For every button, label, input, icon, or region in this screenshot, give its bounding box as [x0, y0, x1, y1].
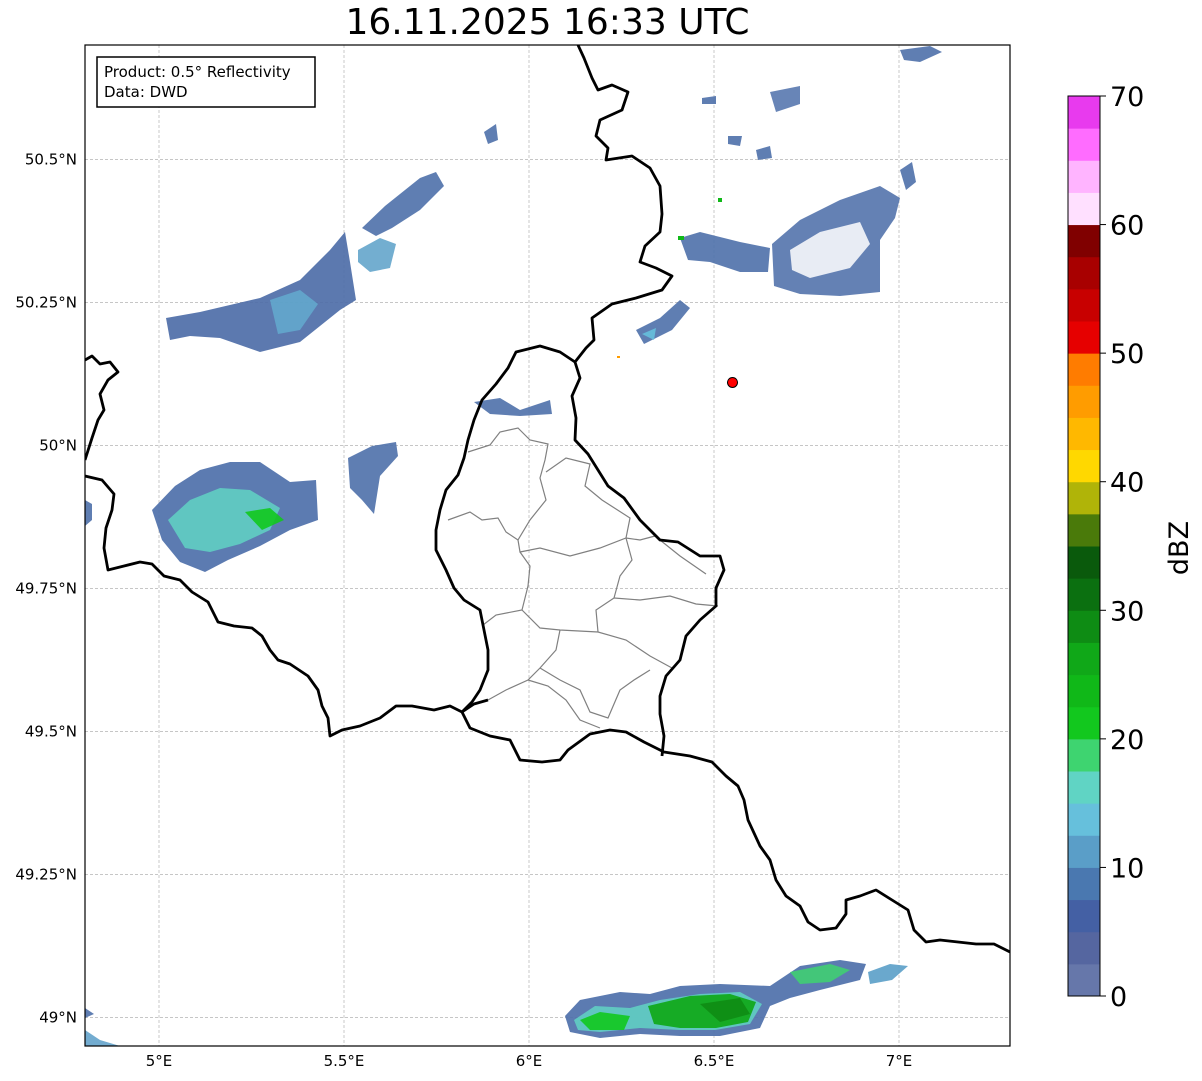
- colorbar-tick-label: 10: [1110, 853, 1144, 884]
- colorbar-segment: [1068, 738, 1100, 772]
- colorbar-tick-label: 0: [1110, 982, 1127, 1013]
- longitude-tick-labels: 5°E 5.5°E 6°E 6.5°E 7°E: [146, 1052, 913, 1070]
- info-product: Product: 0.5° Reflectivity: [104, 63, 291, 81]
- colorbar-segment: [1068, 513, 1100, 547]
- colorbar-segment: [1068, 835, 1100, 868]
- colorbar-segment: [1068, 96, 1100, 129]
- lat-tick-label: 50.5°N: [25, 150, 77, 168]
- colorbar-segment: [1068, 321, 1100, 354]
- latitude-tick-labels: 49°N 49.25°N 49.5°N 49.75°N 50°N 50.25°N 50.5°…: [15, 150, 77, 1026]
- colorbar-segment: [1068, 128, 1100, 161]
- colorbar-segment: [1068, 160, 1100, 193]
- echo-cell: [678, 236, 684, 240]
- colorbar-tick-label: 50: [1110, 339, 1144, 370]
- colorbar-segment: [1068, 963, 1100, 997]
- colorbar-segment: [1068, 674, 1100, 708]
- lon-tick-label: 5°E: [146, 1052, 173, 1070]
- colorbar-segment: [1068, 899, 1100, 933]
- colorbar-segment: [1068, 610, 1100, 643]
- colorbar-segment: [1068, 931, 1100, 965]
- lon-tick-label: 5.5°E: [324, 1052, 365, 1070]
- colorbar-segment: [1068, 771, 1100, 804]
- lat-tick-label: 50°N: [39, 436, 77, 454]
- info-data-source: Data: DWD: [104, 83, 188, 101]
- lat-tick-label: 50.25°N: [15, 293, 77, 311]
- colorbar-tick-label: 20: [1110, 725, 1144, 756]
- colorbar-segment: [1068, 417, 1100, 451]
- colorbar-segment: [1068, 192, 1100, 226]
- colorbar-segment: [1068, 353, 1100, 386]
- colorbar-segment: [1068, 867, 1100, 901]
- colorbar-tick-label: 40: [1110, 468, 1144, 499]
- lat-tick-label: 49°N: [39, 1008, 77, 1026]
- radar-site-marker: [727, 376, 738, 388]
- colorbar-segment: [1068, 256, 1100, 290]
- colorbar-segment: [1068, 803, 1100, 836]
- colorbar: 0 10 20 30 40 50 60 70: [1067, 82, 1144, 1013]
- lon-tick-label: 6.5°E: [694, 1052, 735, 1070]
- info-box: Product: 0.5° Reflectivity Data: DWD: [96, 56, 316, 108]
- colorbar-segment: [1068, 288, 1100, 322]
- colorbar-segment: [1068, 224, 1100, 258]
- colorbar-tick-label: 70: [1110, 82, 1144, 113]
- colorbar-segment: [1068, 578, 1100, 611]
- echo-cell: [617, 356, 620, 358]
- colorbar-segment: [1068, 546, 1100, 579]
- colorbar-label: dBZ: [1164, 521, 1195, 575]
- colorbar-tick-label: 30: [1110, 596, 1144, 627]
- colorbar-segment: [1068, 481, 1100, 515]
- lon-tick-label: 7°E: [886, 1052, 913, 1070]
- lat-tick-label: 49.75°N: [15, 579, 77, 597]
- lat-tick-label: 49.25°N: [15, 865, 77, 883]
- colorbar-segment: [1068, 449, 1100, 483]
- lat-tick-label: 49.5°N: [25, 722, 77, 740]
- radar-figure: Product: 0.5° Reflectivity Data: DWD 5°E…: [15, 44, 1195, 1070]
- colorbar-tick-label: 60: [1110, 211, 1144, 242]
- lon-tick-label: 6°E: [516, 1052, 543, 1070]
- colorbar-segment: [1068, 706, 1100, 740]
- colorbar-segment: [1068, 642, 1100, 676]
- colorbar-segment: [1068, 385, 1100, 418]
- echo-cell: [718, 198, 722, 202]
